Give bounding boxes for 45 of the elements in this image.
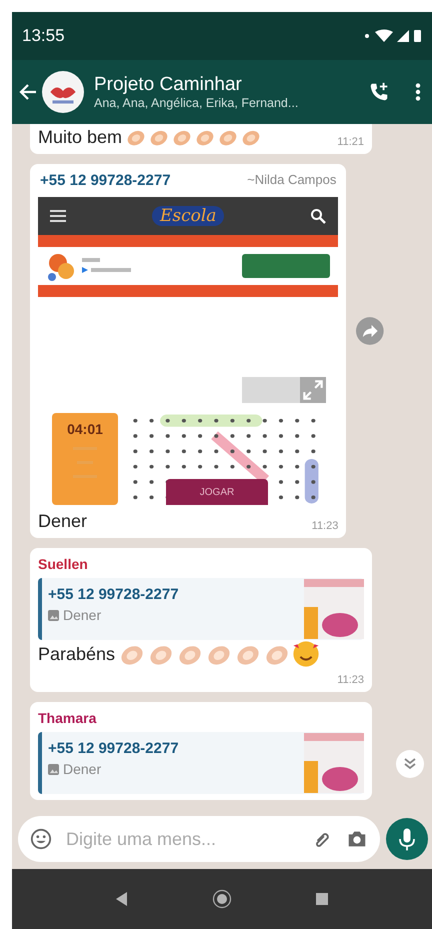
sender-name: Thamara <box>38 710 98 726</box>
quoted-message[interactable]: +55 12 99728-2277 Dener <box>38 578 364 640</box>
sender-phone: +55 12 99728-2277 <box>40 172 171 189</box>
menu-icon <box>50 208 66 224</box>
message-time: 11:21 <box>337 136 364 148</box>
status-time: 13:55 <box>22 26 65 46</box>
chat-members: Ana, Ana, Angélica, Erika, Fernand... <box>94 96 300 110</box>
quote-text: Dener <box>63 607 102 623</box>
quoted-message[interactable]: +55 12 99728-2277 Dener <box>38 732 364 794</box>
app-icon <box>46 251 76 281</box>
play-button: JOGAR <box>166 479 268 505</box>
wifi-icon <box>375 30 393 42</box>
message-field[interactable]: Digite uma mens... <box>18 816 380 862</box>
back-icon[interactable] <box>18 82 38 102</box>
emoji-icon[interactable] <box>30 828 52 850</box>
home-icon[interactable] <box>212 889 232 909</box>
message-input[interactable]: Digite uma mens... <box>64 828 300 850</box>
message-time: 11:23 <box>312 520 338 532</box>
search-icon <box>310 208 326 224</box>
quote-text: Dener <box>63 761 102 777</box>
microphone-button[interactable] <box>386 815 428 863</box>
add-call-icon[interactable] <box>368 81 390 103</box>
notification-dot-icon <box>365 34 369 38</box>
message-text: Parabéns <box>38 644 116 664</box>
photo-icon <box>48 764 59 774</box>
photo-icon <box>48 610 59 620</box>
forward-icon[interactable] <box>356 316 384 346</box>
chat-title[interactable]: Projeto Caminhar <box>94 74 350 96</box>
signal-icon <box>397 30 409 42</box>
scroll-down-icon[interactable] <box>396 750 424 778</box>
expand-icon <box>300 377 326 403</box>
more-options-icon[interactable] <box>414 81 422 103</box>
sender-name: ~Nilda Campos <box>247 172 336 189</box>
quote-author: +55 12 99728-2277 <box>48 740 179 757</box>
smiling-face-icon <box>292 640 320 668</box>
group-avatar[interactable] <box>42 71 84 113</box>
quote-author: +55 12 99728-2277 <box>48 586 179 603</box>
image-caption: Dener <box>38 511 88 532</box>
message-text: Muito bem <box>38 126 122 148</box>
message-time: 11:23 <box>337 674 364 686</box>
battery-icon <box>414 30 421 42</box>
sender-name: Suellen <box>38 556 89 572</box>
shared-screenshot[interactable]: Escola 04:01 JOGAR <box>38 197 338 505</box>
timer-text: 04:01 <box>67 421 103 437</box>
site-logo: Escola <box>152 206 224 226</box>
